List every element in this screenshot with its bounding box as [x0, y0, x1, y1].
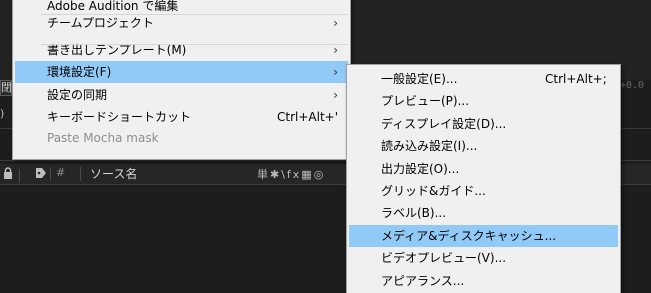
timeline-header-icons	[3, 166, 47, 183]
column-separator	[50, 167, 51, 181]
menu-item: Paste Mocha mask	[15, 127, 348, 149]
submenu-item[interactable]: ビデオプレビュー(V)...	[349, 247, 618, 269]
menu-item-shortcut: Ctrl+Alt+'	[277, 110, 339, 124]
submenu-item-label: 読み込み設定(I)...	[381, 139, 478, 153]
menu-separator	[41, 14, 348, 15]
submenu-item-label: ビデオプレビュー(V)...	[381, 251, 507, 265]
menu-item-label: チームプロジェクト	[47, 16, 154, 30]
chevron-right-icon: ›	[333, 43, 338, 57]
submenu-item-label: グリッド&ガイド...	[381, 184, 486, 198]
submenu-item-shortcut: Ctrl+Alt+;	[545, 72, 607, 86]
menu-item-label: 書き出しテンプレート(M)	[47, 43, 187, 57]
chevron-right-icon: ›	[333, 16, 338, 30]
menu-item[interactable]: キーボードショートカット Ctrl+Alt+'	[15, 106, 348, 128]
panel-edge-glyph: )	[0, 107, 5, 120]
menu-item-label: キーボードショートカット	[47, 110, 192, 124]
column-separator	[80, 167, 81, 181]
source-name-header[interactable]: ソース名	[90, 165, 137, 182]
menu-item[interactable]: チームプロジェクト ›	[15, 12, 348, 34]
layer-number-header[interactable]: #	[56, 166, 65, 179]
offset-value: +0.0	[620, 80, 645, 91]
submenu-item-label: アピアランス...	[381, 274, 465, 288]
submenu-item-label: 出力設定(O)...	[381, 162, 460, 176]
label-tag-icon[interactable]	[35, 167, 47, 182]
close-icon[interactable]: 閉	[0, 80, 12, 96]
submenu-item[interactable]: プレビュー(P)...	[349, 90, 618, 112]
menu-item[interactable]: 書き出しテンプレート(M) ›	[15, 39, 348, 61]
submenu-item[interactable]: 一般設定(E)... Ctrl+Alt+;	[349, 68, 618, 90]
submenu-item[interactable]: 読み込み設定(I)...	[349, 135, 618, 157]
edit-menu-dropdown: Adobe Audition で編集 チームプロジェクト › 書き出しテンプレート(M…	[12, 0, 351, 160]
submenu-item[interactable]: メディア&ディスクキャッシュ...	[349, 225, 618, 247]
menu-item[interactable]: 設定の同期 ›	[15, 84, 348, 106]
menu-item-label: 環境設定(F)	[47, 65, 112, 79]
lock-icon[interactable]	[3, 166, 13, 182]
submenu-item-label: メディア&ディスクキャッシュ...	[381, 229, 557, 243]
menu-item[interactable]: 環境設定(F) ›	[15, 61, 348, 83]
menu-separator	[41, 44, 348, 45]
layer-switches-header[interactable]: 単✱\fx▦◎	[257, 166, 325, 182]
submenu-item-label: 一般設定(E)...	[381, 72, 458, 86]
submenu-item[interactable]: ディスプレイ設定(D)...	[349, 113, 618, 135]
chevron-right-icon: ›	[333, 65, 338, 79]
preferences-submenu: 一般設定(E)... Ctrl+Alt+; プレビュー(P)... ディスプレイ設定(…	[346, 64, 621, 293]
submenu-item[interactable]: 出力設定(O)...	[349, 158, 618, 180]
menu-item-label: 設定の同期	[47, 88, 108, 102]
chevron-right-icon: ›	[333, 88, 338, 102]
submenu-item-label: プレビュー(P)...	[381, 94, 470, 108]
menu-item-label: Paste Mocha mask	[47, 131, 159, 145]
submenu-item-label: ラベル(B)...	[381, 206, 447, 220]
submenu-item[interactable]: アピアランス...	[349, 270, 618, 292]
submenu-item-label: ディスプレイ設定(D)...	[381, 117, 507, 131]
submenu-item[interactable]: ラベル(B)...	[349, 202, 618, 224]
submenu-item[interactable]: グリッド&ガイド...	[349, 180, 618, 202]
column-separator	[19, 169, 20, 183]
